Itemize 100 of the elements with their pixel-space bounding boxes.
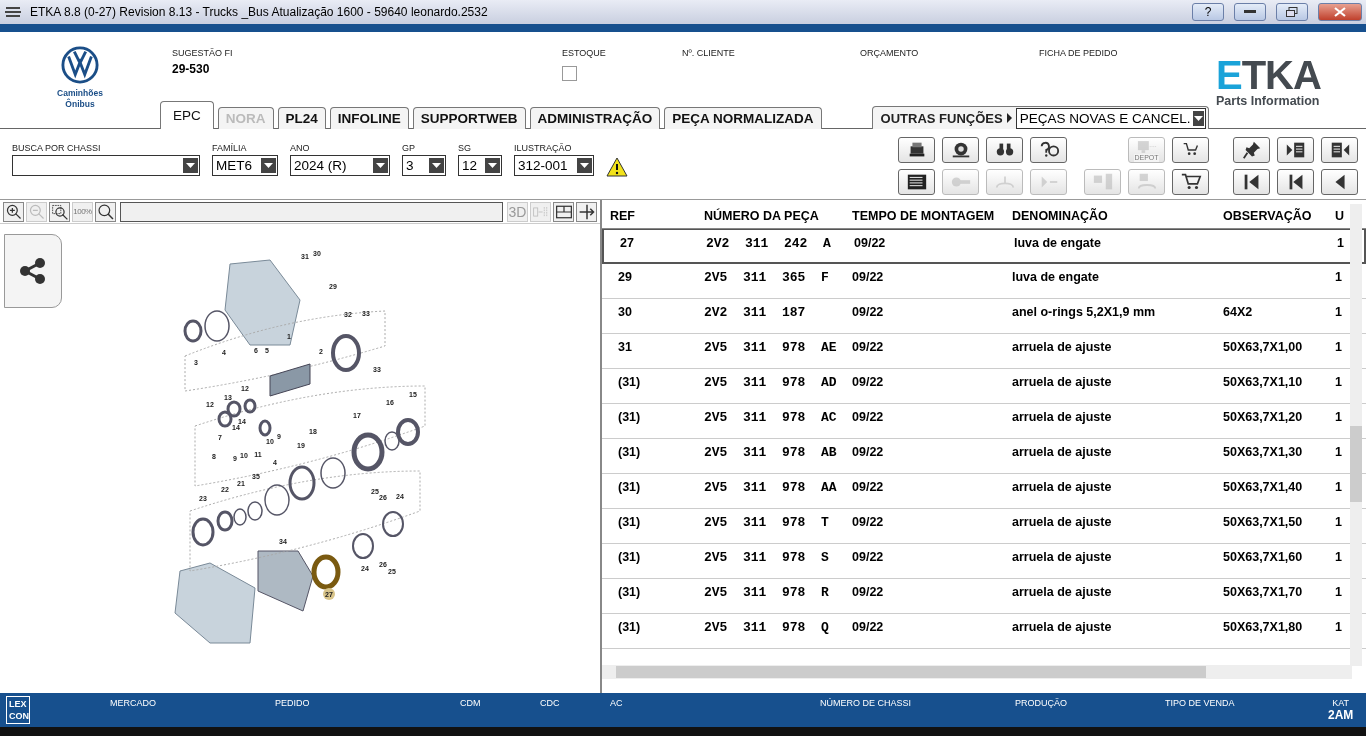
table-cell: 50X63,7X1,60 <box>1223 550 1303 564</box>
status-label: PEDIDO <box>275 698 310 708</box>
split-arrow-icon <box>577 202 596 221</box>
tab[interactable]: INFOLINE <box>329 107 409 129</box>
stock-checkbox[interactable] <box>562 66 577 81</box>
column-header[interactable]: DENOMINAÇÃO <box>1012 209 1223 223</box>
filter-dropdown[interactable]: 12 <box>458 155 502 176</box>
table-cell: 50X63,7X1,40 <box>1223 480 1303 494</box>
pin-icon <box>1240 139 1263 161</box>
toolbar-button[interactable] <box>898 137 935 163</box>
table-cell-text: 27 <box>619 236 635 252</box>
column-header[interactable]: NÚMERO DA PEÇA <box>704 209 852 223</box>
toolbar-button[interactable] <box>1277 137 1314 163</box>
toolbar-button[interactable] <box>1277 169 1314 195</box>
table-cell-text: 1 <box>1335 270 1343 286</box>
tab[interactable]: PEÇA NORMALIZADA <box>664 107 822 129</box>
table-cell-text: 1 <box>1335 585 1343 601</box>
column-header[interactable]: U <box>1335 209 1345 223</box>
restore-button[interactable] <box>1276 3 1308 21</box>
tab[interactable]: SUPPORTWEB <box>412 107 526 129</box>
zoom-out-icon <box>27 202 46 221</box>
table-cell-text: 09/22 <box>852 480 885 496</box>
filter-label: ILUSTRAÇÃO <box>514 143 573 153</box>
menu-icon[interactable] <box>4 5 22 19</box>
horizontal-scrollbar[interactable] <box>602 665 1352 679</box>
viewer-tool-button[interactable] <box>95 201 116 222</box>
table-cell: 64X2 <box>1223 305 1253 319</box>
toolbar-button[interactable] <box>986 137 1023 163</box>
toolbar-button[interactable] <box>1233 169 1270 195</box>
table-cell-text: anel o-rings 5,2X1,9 mm <box>1012 305 1157 321</box>
etka-logo: ETKA <box>1216 56 1321 94</box>
viewer-tool-button[interactable] <box>576 201 597 222</box>
filter-dropdown[interactable] <box>12 155 200 176</box>
table-cell-text: arruela de ajuste <box>1012 620 1113 636</box>
toolbar-button[interactable] <box>1172 169 1209 195</box>
toolbar-button[interactable] <box>942 137 979 163</box>
filter-label: SG <box>458 143 472 153</box>
table-cell-text: (31) <box>617 550 642 566</box>
minimize-icon <box>1244 10 1256 14</box>
field-label: ESTOQUE <box>562 48 606 58</box>
filter-dropdown[interactable]: 312-001 <box>514 155 594 176</box>
toolbar-button[interactable] <box>1321 169 1358 195</box>
table-cell-text: 09/22 <box>852 340 885 356</box>
filter-label: BUSCA POR CHASSI <box>12 143 102 153</box>
table-cell-text: arruela de ajuste <box>1012 340 1113 356</box>
filter-dropdown[interactable]: 3 <box>402 155 446 176</box>
table-cell-text: 2V5 311 978 R <box>704 585 830 602</box>
table-cell-text: 1 <box>1335 515 1343 531</box>
table-cell: 50X63,7X1,20 <box>1223 410 1303 424</box>
viewer-tool-button[interactable] <box>3 201 24 222</box>
search-icon <box>96 202 115 221</box>
table-cell-text: 2V5 311 365 F <box>704 270 830 287</box>
help-button[interactable]: ? <box>1192 3 1224 21</box>
table-cell-text: 1 <box>1337 236 1345 252</box>
toolbar-button[interactable] <box>1030 137 1067 163</box>
table-cell-text: (31) <box>617 620 642 636</box>
filter-dropdown[interactable]: MET6 <box>212 155 278 176</box>
other-functions-dropdown[interactable]: OUTRAS FUNÇÕES PEÇAS NOVAS E CANCEL. <box>871 106 1209 129</box>
tab[interactable]: ADMINISTRAÇÃO <box>529 107 661 129</box>
minimize-button[interactable] <box>1234 3 1266 21</box>
column-header[interactable]: TEMPO DE MONTAGEM <box>852 209 1012 223</box>
table-cell-text: arruela de ajuste <box>1012 410 1113 426</box>
restore-icon <box>1286 7 1298 17</box>
table-cell-text: arruela de ajuste <box>1012 480 1113 496</box>
close-icon <box>1334 7 1346 17</box>
tab[interactable]: PL24 <box>277 107 326 129</box>
toolbar-button[interactable] <box>1172 137 1209 163</box>
table-cell-text: arruela de ajuste <box>1012 375 1113 391</box>
viewer-tool-button[interactable] <box>49 201 70 222</box>
logo-subtitle: Parts Information <box>1216 94 1320 108</box>
table-cell-text: 2V5 311 978 AD <box>704 375 838 392</box>
status-label: AC <box>610 698 623 708</box>
column-header[interactable]: REF <box>602 209 704 223</box>
status-label: PRODUÇÃO <box>1015 698 1067 708</box>
table-cell-text: 2V5 311 978 Q <box>704 620 830 637</box>
viewer-tool-button[interactable] <box>553 201 574 222</box>
table-cell-text: 2V2 311 242 A <box>706 236 832 253</box>
toolbar-button[interactable] <box>898 169 935 195</box>
close-button[interactable] <box>1318 3 1362 21</box>
toolbar-button[interactable] <box>1233 137 1270 163</box>
tab[interactable]: EPC <box>160 101 214 129</box>
table-cell-text: 09/22 <box>852 550 885 566</box>
filter-dropdown[interactable]: 2024 (R) <box>290 155 390 176</box>
toolbar-button[interactable] <box>1321 137 1358 163</box>
diagram-search-field[interactable] <box>120 201 503 222</box>
share-button[interactable] <box>4 234 62 308</box>
table-cell-text: 2V2 311 187 <box>704 305 807 322</box>
table-cell-text: 09/22 <box>854 236 887 252</box>
table-cell-text: 09/22 <box>852 585 885 601</box>
vw-logo-icon <box>61 46 99 84</box>
table-cell-text: 1 <box>1335 620 1343 636</box>
table-cell-text: (31) <box>617 585 642 601</box>
table-cell-text: 1 <box>1335 305 1343 321</box>
column-header[interactable]: OBSERVAÇÃO <box>1223 209 1335 223</box>
vertical-scrollbar[interactable] <box>1350 204 1362 666</box>
filter-label: FAMÍLIA <box>212 143 248 153</box>
table-cell-text: arruela de ajuste <box>1012 585 1113 601</box>
field-label: FICHA DE PEDIDO <box>1039 48 1118 58</box>
table-cell: 50X63,7X1,80 <box>1223 620 1303 634</box>
table-cell-text: (31) <box>617 480 642 496</box>
